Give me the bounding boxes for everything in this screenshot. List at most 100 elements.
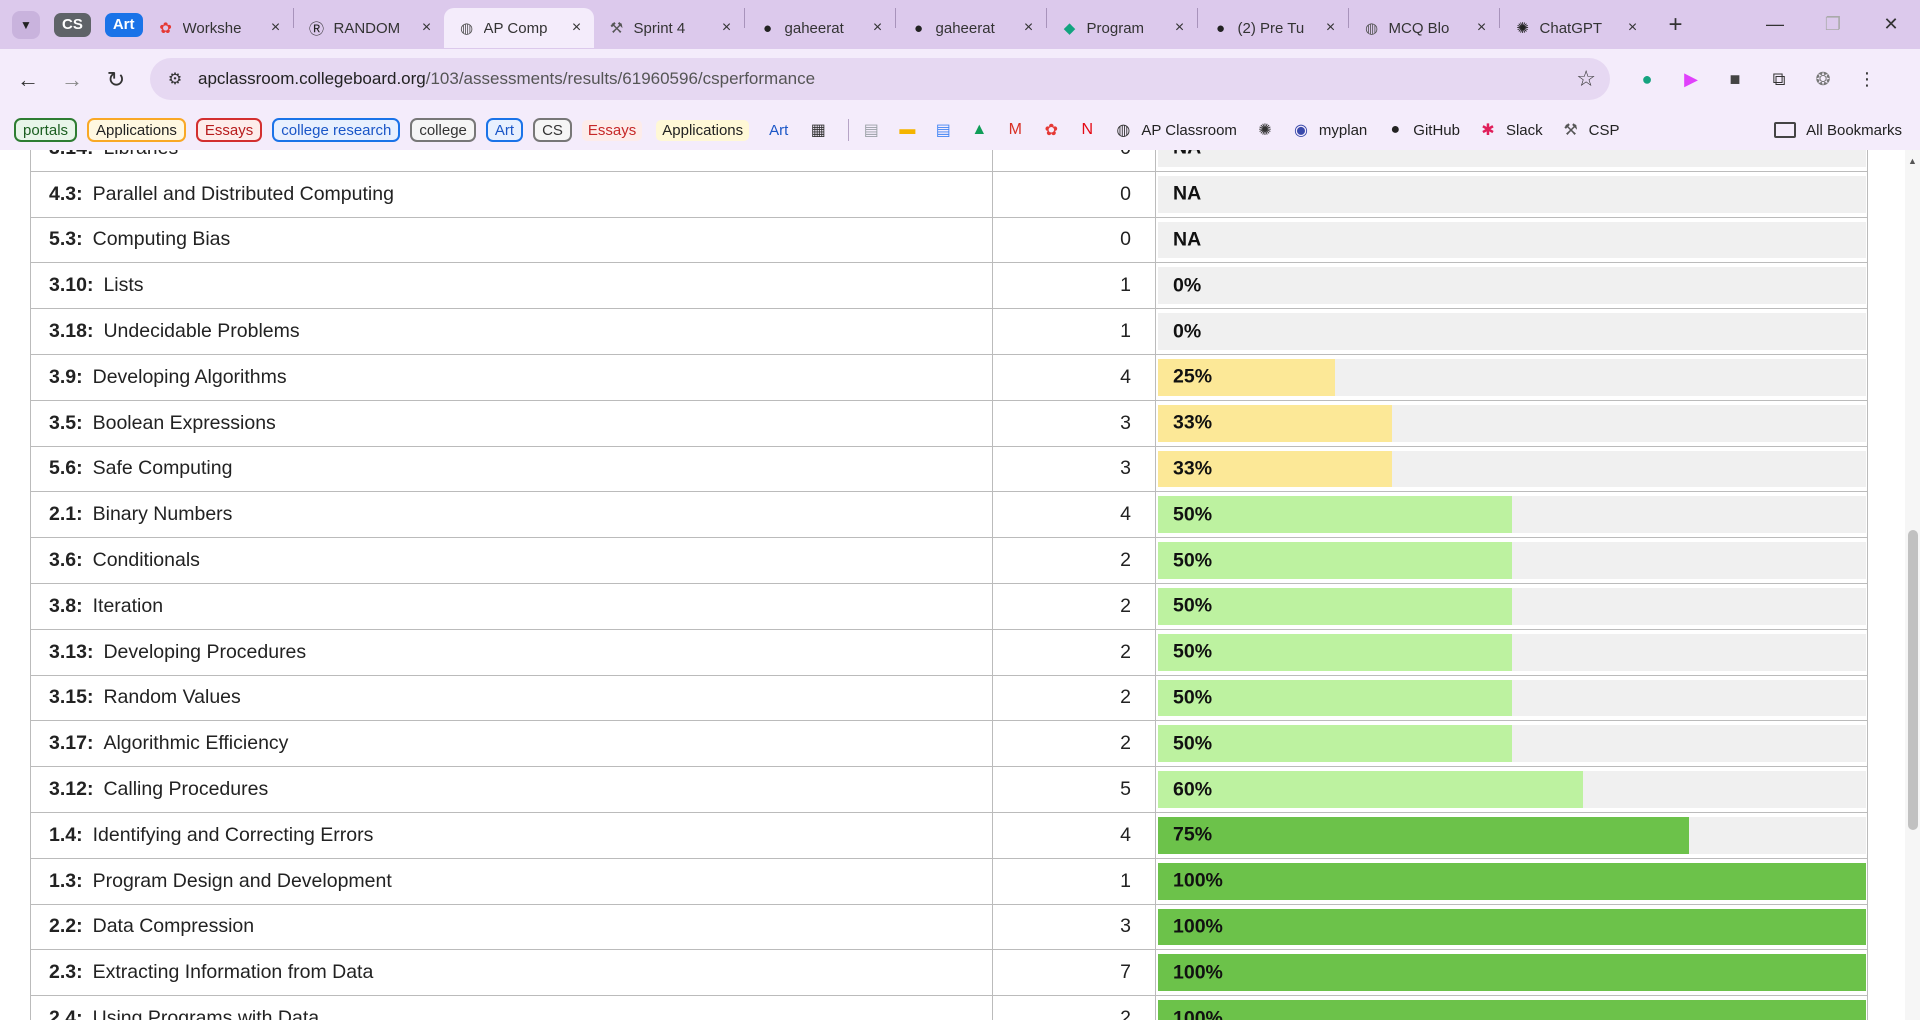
bookmark-netflix[interactable]: N (1077, 120, 1109, 140)
bookmark-openai[interactable]: ✺ (1255, 120, 1287, 140)
minimize-button[interactable]: — (1746, 0, 1804, 49)
bookmark-apps-grid[interactable]: ▦ (808, 120, 840, 140)
restore-icon: ❐ (1824, 14, 1842, 34)
restore-button[interactable]: ❐ (1804, 0, 1862, 49)
close-tab-icon[interactable]: × (718, 19, 736, 37)
browser-tab[interactable]: Ⓡ RANDOM × (294, 8, 444, 48)
close-window-button[interactable]: ✕ (1862, 0, 1920, 49)
tab-title: gaheerat (784, 19, 844, 37)
browser-tab[interactable]: ✿ Workshe × (143, 8, 293, 48)
topic-name: Parallel and Distributed Computing (92, 182, 394, 205)
question-count: 2 (993, 538, 1156, 583)
close-tab-icon[interactable]: × (869, 19, 887, 37)
url-host: apclassroom.collegeboard.org (198, 69, 426, 88)
back-button[interactable]: ← (10, 62, 46, 98)
site-info-icon[interactable]: ⚙ (164, 68, 186, 90)
minimize-icon: — (1766, 14, 1784, 34)
tab-search-button[interactable]: ▼ (12, 10, 40, 39)
performance-table: 3.14: Libraries 0 NA 4.3: Parallel and Distri… (30, 150, 1868, 1020)
bookmark-globe[interactable]: ◍ AP Classroom (1113, 120, 1237, 140)
bookmark-flower[interactable]: ✿ (1041, 120, 1073, 140)
table-row: 1.3: Program Design and Development 1 100% (30, 858, 1868, 905)
table-row: 3.5: Boolean Expressions 3 33% (30, 400, 1868, 447)
browser-tab[interactable]: ✺ ChatGPT × (1500, 8, 1650, 48)
reload-button[interactable]: ↻ (98, 62, 134, 98)
tab-group-art[interactable]: Art (104, 12, 143, 37)
close-tab-icon[interactable]: × (1624, 19, 1642, 37)
page-viewport: 3.14: Libraries 0 NA 4.3: Parallel and Distri… (0, 150, 1905, 1020)
question-count: 0 (993, 217, 1156, 263)
bookmark-google-drive[interactable]: ▲ (969, 120, 1001, 140)
bookmark-folder-art[interactable]: Art (485, 118, 524, 142)
close-tab-icon[interactable]: × (1473, 19, 1491, 37)
topic-name: Calling Procedures (103, 778, 269, 801)
bookmark-drive-file[interactable]: ▤ (861, 120, 893, 140)
bookmark-gmail[interactable]: M (1005, 120, 1037, 140)
menu-dots-icon[interactable]: ⋮ (1850, 63, 1884, 97)
scroll-up-icon[interactable]: ▲ (1908, 156, 1917, 166)
profile-avatar-icon[interactable]: ❂ (1806, 63, 1840, 97)
bookmark-star-icon[interactable]: ☆ (1576, 66, 1596, 92)
performance-percent: 50% (1173, 594, 1213, 617)
performance-bar-track: NA (1158, 221, 1866, 259)
close-tab-icon[interactable]: × (568, 19, 586, 37)
browser-tab[interactable]: ● (2) Pre Tu × (1198, 8, 1348, 48)
performance-bar-cell: 50% (1156, 538, 1868, 583)
performance-bar-track: 75% (1158, 816, 1866, 854)
close-tab-icon[interactable]: × (1322, 19, 1340, 37)
bookmark-slack[interactable]: ✱ Slack (1478, 120, 1542, 140)
reload-icon: ↻ (106, 66, 126, 92)
topic-name: Program Design and Development (92, 869, 392, 892)
browser-tab[interactable]: ◍ MCQ Blo × (1349, 8, 1499, 48)
close-tab-icon[interactable]: × (418, 19, 436, 37)
github-icon: ● (913, 19, 924, 37)
all-bookmarks-button[interactable]: All Bookmarks (1774, 110, 1902, 150)
bookmark-folder-college[interactable]: college (410, 118, 476, 142)
extensions-area: ● ▶ ■ ⧉ ❂ ⋮ (1630, 49, 1894, 110)
bookmark-docs[interactable]: ▤ (933, 120, 965, 140)
url-text[interactable]: apclassroom.collegeboard.org/103/assessm… (198, 69, 815, 89)
robot-icon[interactable]: ■ (1718, 63, 1752, 97)
question-count: 3 (993, 446, 1156, 492)
browser-tab[interactable]: ◍ AP Comp × (443, 8, 594, 48)
bookmark-slides[interactable]: ▬ (897, 120, 929, 140)
bookmark-folder-art[interactable]: Art (763, 120, 794, 141)
table-row: 3.13: Developing Procedures 2 50% (30, 629, 1868, 676)
browser-tab[interactable]: ⚒ Sprint 4 × (594, 8, 744, 48)
topic-cell: 1.4: Identifying and Correcting Errors (30, 812, 993, 858)
bookmark-folder-applications[interactable]: Applications (656, 119, 750, 141)
grammarly-icon[interactable]: ● (1630, 63, 1664, 97)
bookmarks-bar: portals Applications Essays college researc… (0, 110, 1920, 150)
bookmark-folder-applications[interactable]: Applications (87, 118, 186, 142)
browser-tab[interactable]: ◆ Program × (1047, 8, 1197, 48)
bookmark-folder-portals[interactable]: portals (14, 118, 78, 142)
tab-title: RANDOM (333, 19, 401, 37)
puzzle-icon[interactable]: ⧉ (1762, 63, 1796, 97)
forward-button[interactable]: → (54, 62, 90, 98)
performance-percent: 0% (1173, 274, 1202, 297)
close-tab-icon[interactable]: × (267, 19, 285, 37)
bookmark-folder-essays[interactable]: Essays (581, 119, 643, 141)
screencast-icon[interactable]: ▶ (1674, 63, 1708, 97)
tab-group-cs[interactable]: CS (54, 12, 91, 37)
new-tab-button[interactable]: + (1660, 9, 1692, 41)
topic-cell: 3.13: Developing Procedures (30, 629, 993, 675)
performance-bar-cell: 100% (1156, 858, 1868, 904)
close-tab-icon[interactable]: × (1171, 19, 1189, 37)
bookmark-folder-essays[interactable]: Essays (195, 118, 263, 142)
bookmark-github[interactable]: ● GitHub (1385, 120, 1460, 140)
question-count: 4 (993, 354, 1156, 400)
vertical-scrollbar[interactable]: ▲ (1905, 150, 1920, 1020)
address-bar[interactable]: ⚙ apclassroom.collegeboard.org/103/asses… (150, 58, 1610, 100)
table-row: 2.1: Binary Numbers 4 50% (30, 492, 1868, 539)
bookmark-pickaxe[interactable]: ⚒ CSP (1561, 120, 1619, 140)
bookmark-myplan[interactable]: ◉ myplan (1291, 120, 1367, 140)
bookmark-folder-cs[interactable]: CS (533, 118, 572, 142)
browser-tab[interactable]: ● gaheerat × (745, 8, 895, 48)
scrollbar-thumb[interactable] (1908, 530, 1918, 830)
close-tab-icon[interactable]: × (1020, 19, 1038, 37)
browser-tab[interactable]: ● gaheerat × (896, 8, 1046, 48)
bookmark-folder-college-research[interactable]: college research (272, 118, 401, 142)
flower-icon: ✿ (1044, 122, 1059, 139)
topic-code: 3.5: (49, 411, 83, 434)
